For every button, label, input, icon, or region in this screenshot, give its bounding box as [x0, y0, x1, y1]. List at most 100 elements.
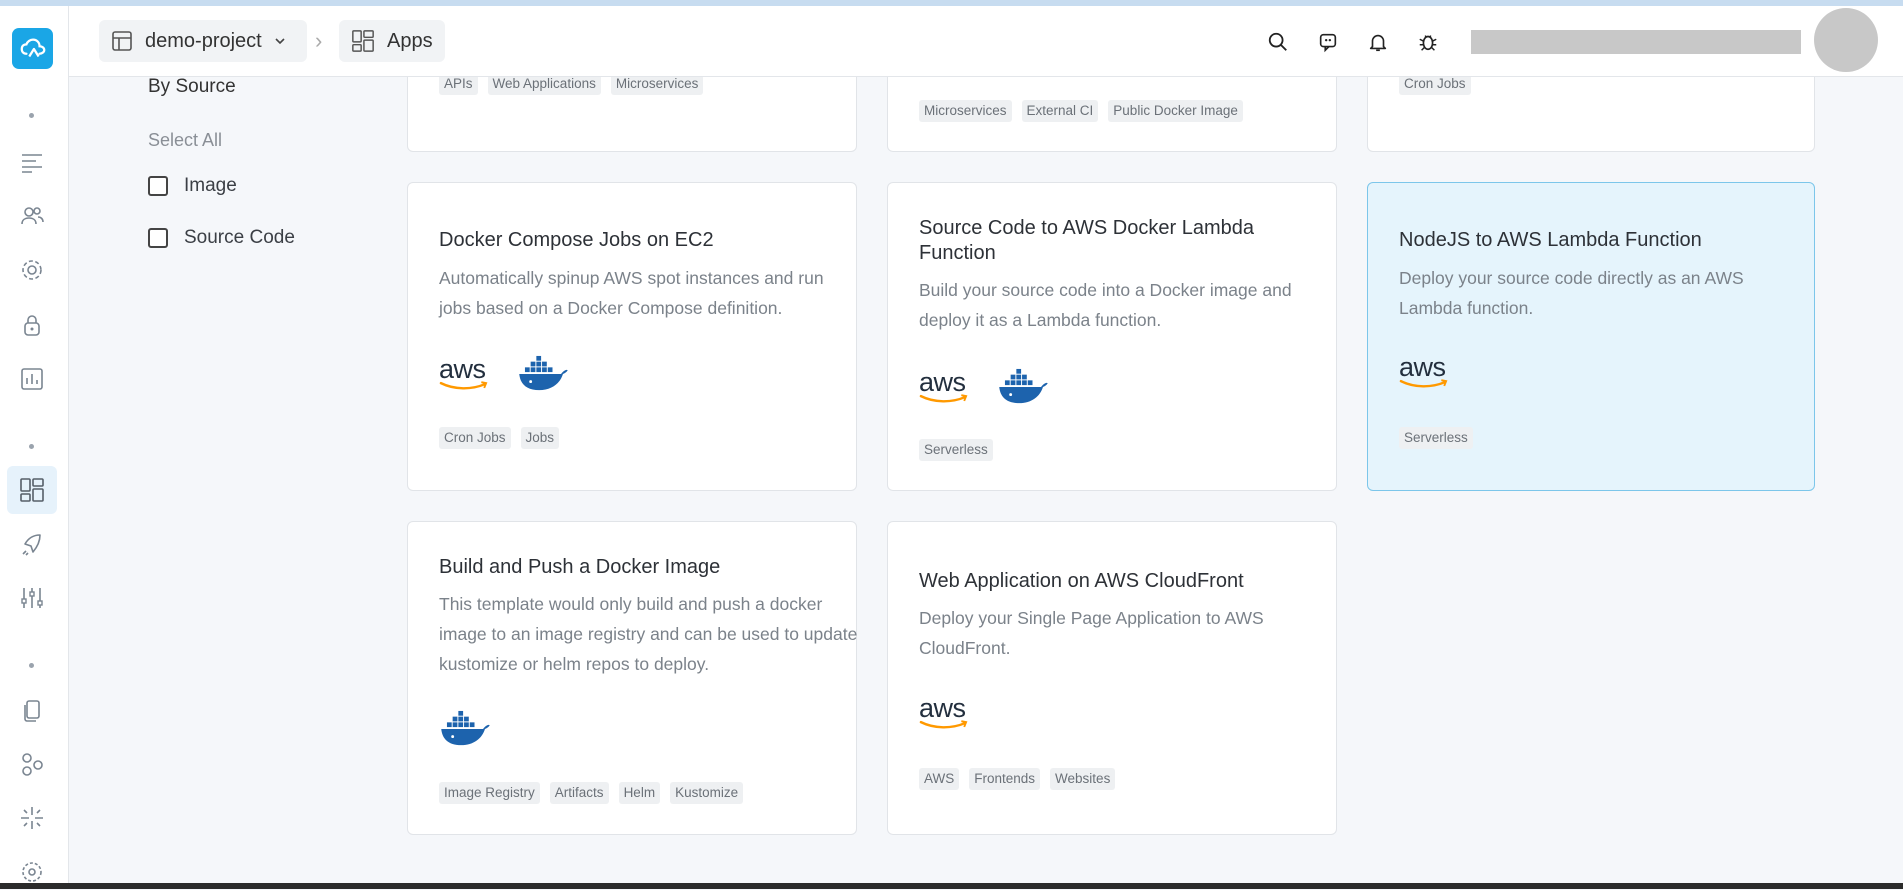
app-card[interactable]: Web Application on AWS CloudFront Deploy…	[887, 521, 1337, 835]
card-description: Build your source code into a Docker ima…	[919, 280, 1292, 330]
tag: Image Registry	[439, 782, 540, 804]
apps-grid-icon	[352, 30, 374, 52]
sidebar-rail	[0, 6, 69, 883]
card-description: Automatically spinup AWS spot instances …	[439, 268, 824, 318]
card-tags: Serverless	[1399, 427, 1473, 449]
project-name: demo-project	[145, 29, 262, 52]
lock-icon	[24, 315, 40, 336]
tag: Helm	[618, 782, 661, 804]
rail-item-integrations[interactable]	[14, 800, 50, 836]
rail-item-settings[interactable]	[14, 252, 50, 288]
tag: Websites	[1050, 768, 1116, 790]
notifications-button[interactable]	[1365, 29, 1391, 55]
card-logos	[439, 710, 491, 748]
card-logos: aws	[919, 695, 969, 730]
card-title: NodeJS to AWS Lambda Function	[1399, 229, 1702, 251]
gear-icon	[22, 260, 42, 280]
tag: Serverless	[1399, 427, 1473, 449]
bell-icon	[1369, 34, 1387, 52]
tag: AWS	[919, 768, 960, 790]
rail-item-security[interactable]	[14, 307, 50, 343]
select-all-link[interactable]: Select All	[148, 130, 222, 151]
search-icon	[1268, 32, 1287, 51]
project-table-icon	[112, 31, 132, 51]
filter-title: By Source	[148, 76, 236, 97]
sliders-icon	[21, 588, 43, 608]
app-logo[interactable]	[12, 28, 53, 69]
app-card[interactable]: Source Code to AWS Docker Lambda Functio…	[887, 182, 1337, 491]
bar-chart-icon	[21, 368, 43, 390]
rail-item-users[interactable]	[14, 198, 50, 234]
filter-option-image[interactable]: Image	[148, 175, 237, 197]
tag: External CI	[1021, 100, 1099, 122]
card-tags: Serverless	[919, 439, 993, 461]
top-header: demo-project › Apps	[69, 6, 1903, 77]
rail-separator-dot	[29, 663, 34, 668]
rail-item-controls[interactable]	[14, 580, 50, 616]
users-icon	[21, 207, 44, 225]
tag: Cron Jobs	[439, 427, 511, 449]
tag: Microservices	[919, 100, 1012, 122]
card-title: Build and Push a Docker Image	[439, 556, 721, 578]
aws-logo-icon: aws	[1399, 354, 1449, 389]
rail-item-docs[interactable]	[14, 693, 50, 729]
card-title: Web Application on AWS CloudFront	[919, 570, 1244, 592]
card-tags: Cron Jobs Jobs	[439, 427, 560, 449]
docker-logo-icon	[999, 368, 1048, 404]
filter-option-label: Source Code	[184, 227, 295, 248]
card-logos: aws	[919, 368, 1049, 406]
aws-logo-icon: aws	[919, 369, 969, 404]
rail-item-services[interactable]	[14, 746, 50, 782]
avatar[interactable]	[1814, 8, 1878, 72]
tag: Artifacts	[549, 782, 609, 804]
rail-item-help[interactable]	[14, 854, 50, 890]
card-tags: AWS Frontends Websites	[919, 768, 1116, 790]
list-icon	[22, 154, 42, 173]
hexagons-icon	[22, 753, 43, 776]
report-bug-button[interactable]	[1415, 29, 1441, 55]
rail-item-list[interactable]	[14, 144, 50, 180]
app-card[interactable]: Docker Compose Jobs on EC2 Automatically…	[407, 182, 857, 491]
connector-icon	[21, 807, 43, 829]
rail-item-apps[interactable]	[7, 466, 57, 514]
target-icon	[22, 862, 42, 882]
user-name-redacted[interactable]	[1471, 30, 1801, 54]
docker-logo-icon	[441, 710, 490, 746]
card-title: Source Code to AWS Docker Lambda Functio…	[919, 217, 1254, 264]
tag: Frontends	[969, 768, 1041, 790]
card-description: Deploy your source code directly as an A…	[1399, 268, 1744, 318]
rail-separator-dot	[29, 113, 34, 118]
search-button[interactable]	[1265, 29, 1291, 55]
filter-option-source-code[interactable]: Source Code	[148, 227, 295, 249]
card-description: This template would only build and push …	[439, 594, 858, 674]
tag: Jobs	[520, 427, 560, 449]
source-code-checkbox[interactable]	[148, 228, 168, 248]
image-checkbox[interactable]	[148, 176, 168, 196]
card-logos: aws	[1399, 354, 1449, 389]
rail-item-reports[interactable]	[14, 361, 50, 397]
rail-item-deploy[interactable]	[14, 527, 50, 563]
breadcrumb-separator-icon: ›	[315, 28, 323, 53]
robot-chat-icon	[1319, 33, 1337, 53]
aws-logo-icon: aws	[919, 695, 969, 730]
rocket-icon	[22, 534, 41, 556]
bug-icon	[1419, 35, 1437, 51]
breadcrumb-apps-label: Apps	[387, 29, 433, 52]
chevron-down-icon	[275, 38, 285, 45]
aws-logo-icon: aws	[439, 356, 489, 391]
tag: Public Docker Image	[1108, 100, 1243, 122]
breadcrumb-apps[interactable]: Apps	[339, 20, 445, 62]
app-card-selected[interactable]: NodeJS to AWS Lambda Function Deploy you…	[1367, 182, 1815, 491]
card-title: Docker Compose Jobs on EC2	[439, 229, 714, 251]
assistant-button[interactable]	[1315, 29, 1341, 55]
card-description: Deploy your Single Page Application to A…	[919, 608, 1264, 658]
rail-separator-dot	[29, 444, 34, 449]
card-logos: aws	[439, 355, 569, 393]
project-selector[interactable]: demo-project	[99, 20, 307, 62]
app-card[interactable]: Build and Push a Docker Image This templ…	[407, 521, 857, 835]
card-tags: Image Registry Artifacts Helm Kustomize	[439, 782, 744, 804]
tag: Serverless	[919, 439, 993, 461]
docker-logo-icon	[519, 355, 568, 391]
card-tags: Microservices External CI Public Docker …	[919, 100, 1243, 122]
tag: Kustomize	[670, 782, 744, 804]
